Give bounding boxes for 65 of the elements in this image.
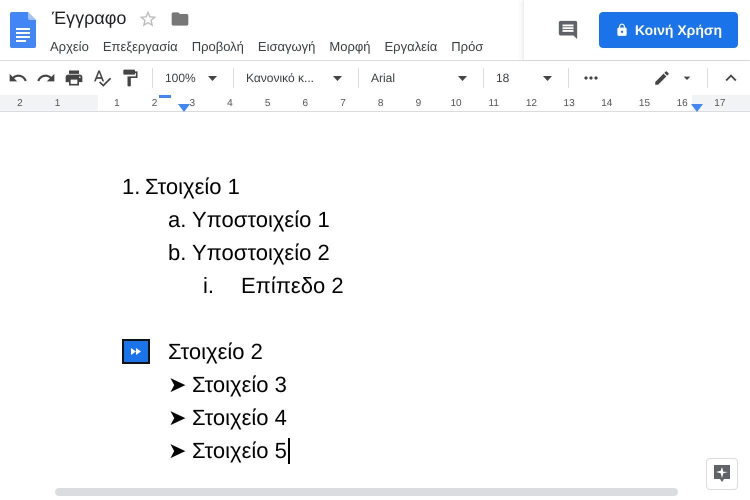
zoom-dropdown[interactable]: 100% <box>165 71 221 86</box>
ruler-number: 8 <box>378 98 384 108</box>
ruler-number: 5 <box>264 98 270 108</box>
ruler-number: 14 <box>601 98 612 108</box>
caret-icon <box>208 76 217 81</box>
sparkle-icon <box>713 464 731 484</box>
docs-logo-icon[interactable] <box>10 12 36 48</box>
list-item-text: Υποστοιχείο 1 <box>192 206 330 232</box>
ruler-number: 7 <box>340 98 346 108</box>
caret-icon <box>458 76 467 81</box>
explore-button[interactable] <box>706 458 738 490</box>
indent-marker-icon[interactable] <box>177 103 191 114</box>
list-item-text: Επίπεδο 2 <box>241 272 344 298</box>
ruler-number: 11 <box>488 98 499 108</box>
menu-item[interactable]: Πρόσ <box>451 39 484 54</box>
ruler-number: 10 <box>450 98 462 108</box>
list-item-text: Στοιχείο 5 <box>192 438 287 464</box>
right-indent-icon[interactable] <box>690 103 704 114</box>
pencil-icon[interactable] <box>653 69 671 88</box>
caret-icon <box>333 76 342 81</box>
menu-item[interactable]: Εργαλεία <box>384 39 438 54</box>
list-marker: a. <box>168 206 188 232</box>
ruler-number: 1 <box>114 98 120 108</box>
spellcheck-icon[interactable] <box>92 68 112 88</box>
scrollbar[interactable] <box>55 488 678 496</box>
list-marker: ➤ <box>168 372 187 398</box>
ruler-number: 16 <box>676 98 688 108</box>
list-item-text: Στοιχείο 1 <box>145 174 240 200</box>
first-line-indent-icon[interactable] <box>159 95 171 98</box>
lock-icon <box>614 23 629 38</box>
menu-item[interactable]: Αρχείο <box>50 39 89 54</box>
font-dropdown[interactable]: Arial <box>371 71 471 86</box>
comment-icon[interactable] <box>556 19 579 42</box>
caret-icon <box>543 76 552 81</box>
print-icon[interactable] <box>64 68 84 88</box>
ruler-number: 15 <box>638 98 650 108</box>
ruler-number: 13 <box>564 98 575 108</box>
share-button[interactable]: Κοινή Χρήση <box>598 12 738 48</box>
style-dropdown[interactable]: Κανονικό κ... <box>246 71 346 86</box>
ruler-number: 1 <box>54 98 60 108</box>
ruler-number: 12 <box>526 98 537 108</box>
list-item-text: Στοιχείο 3 <box>192 372 287 398</box>
list-item-text: Στοιχείο 2 <box>168 338 263 364</box>
menu-item[interactable]: Εισαγωγή <box>258 39 316 54</box>
list-marker: i. <box>203 272 215 298</box>
list-item-text: Υποστοιχείο 2 <box>192 240 330 266</box>
ruler-number: 9 <box>416 98 422 108</box>
menu-item[interactable]: Προβολή <box>192 39 244 54</box>
menu-item[interactable]: Μορφή <box>329 39 371 54</box>
ruler-number: 2 <box>152 98 158 108</box>
menu-item[interactable]: Επεξεργασία <box>102 39 178 54</box>
list-marker: 1. <box>122 174 142 200</box>
ruler-number: 4 <box>227 98 233 108</box>
list-item-text: Στοιχείο 4 <box>192 404 287 430</box>
ruler-number: 17 <box>714 98 726 108</box>
ruler-number: 2 <box>17 98 23 108</box>
star-icon[interactable] <box>138 8 158 28</box>
fast-forward-bullet-icon <box>122 339 150 364</box>
ruler-number: 3 <box>189 98 195 108</box>
list-marker: ➤ <box>168 404 187 430</box>
list-marker: ➤ <box>168 438 187 464</box>
ruler-number: 6 <box>302 98 308 108</box>
font-size-dropdown[interactable]: 18 <box>496 71 556 86</box>
list-marker: b. <box>168 240 188 266</box>
document-title[interactable]: Έγγραφο <box>52 8 126 29</box>
